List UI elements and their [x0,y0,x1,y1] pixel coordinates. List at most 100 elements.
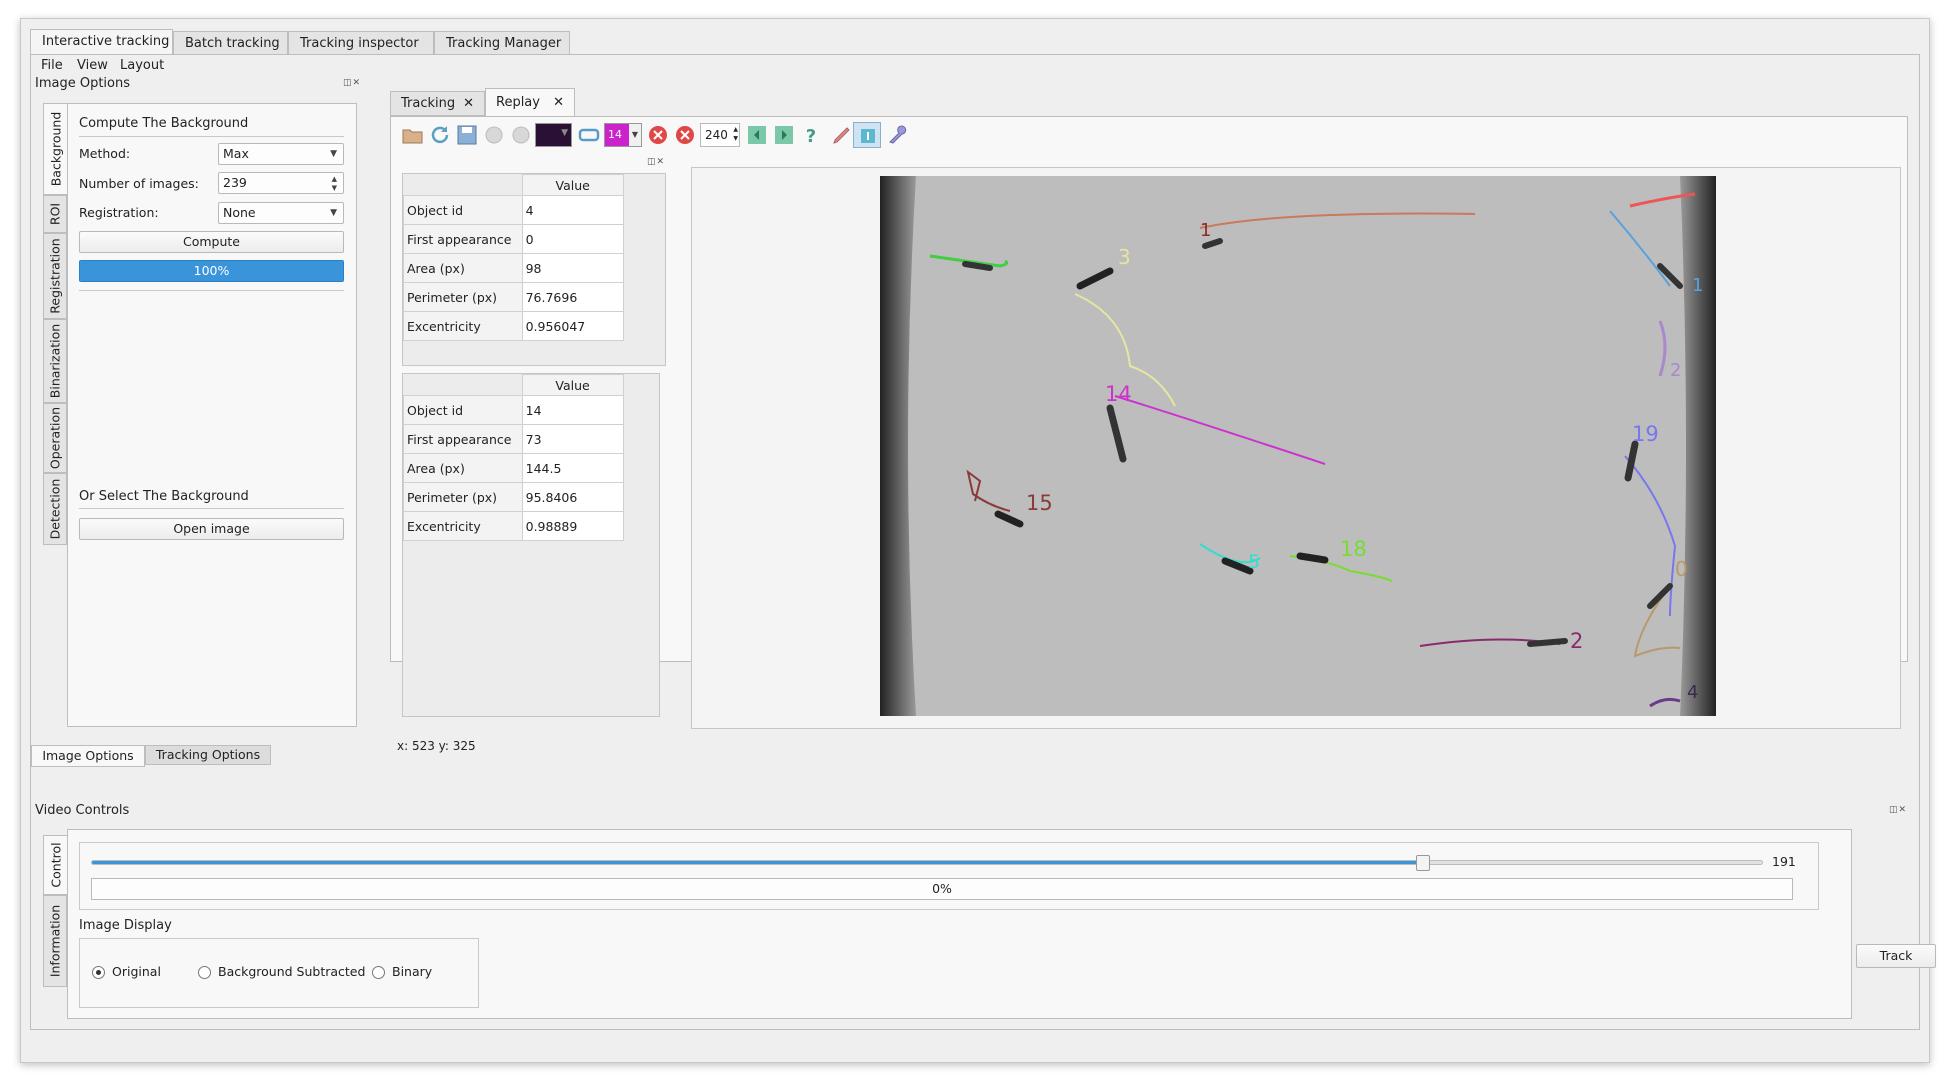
tab-batch-tracking[interactable]: Batch tracking [173,31,288,55]
tab-tracking-inspector[interactable]: Tracking inspector [288,31,434,55]
vtab-registration-label: Registration [47,238,63,314]
reload-icon[interactable] [428,123,452,147]
radio-background-subtracted[interactable] [198,966,211,979]
pencil-icon[interactable] [830,123,854,147]
table1-value-perimeter[interactable]: 76.7696 [521,282,624,312]
table1-value-excentricity[interactable]: 0.956047 [521,311,624,341]
method-value: Max [223,146,249,161]
table2-value-perimeter[interactable]: 95.8406 [521,482,624,512]
divider [79,290,344,291]
close-icon[interactable]: ✕ [463,92,474,116]
help-icon[interactable]: ? [799,123,823,147]
menu-layout[interactable]: Layout [120,58,164,73]
next-disabled-icon[interactable] [509,123,533,147]
folder-open-icon[interactable] [401,123,425,147]
wrench-icon[interactable] [885,123,909,147]
image-display-label: Image Display [79,918,172,933]
vtab-background[interactable]: Background [43,103,67,195]
tab-interactive-tracking[interactable]: Interactive tracking [30,29,173,55]
tab-tracking-view[interactable]: Tracking ✕ [390,91,485,116]
track-label-2: 2 [1570,629,1583,653]
info-toggle-button[interactable] [853,122,881,148]
tab-tracking-options[interactable]: Tracking Options [145,745,271,765]
vtab-detection[interactable]: Detection [43,473,67,545]
table1-value-first-appearance[interactable]: 0 [521,224,624,254]
delete-all-icon[interactable] [673,123,697,147]
spin-arrows-icon[interactable]: ▲ ▼ [332,175,337,193]
frame-spinbox-value: 240 [705,128,728,142]
menu-view[interactable]: View [77,58,108,73]
radio-binary[interactable] [372,966,385,979]
vtab-control[interactable]: Control [43,835,67,895]
fish-18 [1296,552,1329,564]
track-label-1: 1 [1200,220,1211,241]
tab-tracking-label: Tracking [401,96,456,111]
vtab-operation[interactable]: Operation [43,403,67,473]
method-label: Method: [79,146,131,161]
track-progress-bar: 0% [91,878,1793,900]
frame-slider[interactable] [91,855,1763,871]
num-images-spinbox[interactable]: 239 ▲ ▼ [218,172,344,194]
table1-header: Value [521,174,624,196]
previous-disabled-icon[interactable] [482,123,506,147]
method-select[interactable]: Max ▼ [218,143,344,165]
vtab-roi-label: ROI [47,202,63,226]
spin-arrows-icon[interactable]: ▲ ▼ [733,125,738,143]
video-controls-dock: Video Controls ◫✕ Control Information 19… [31,799,1936,1024]
chevron-down-icon: ▼ [629,124,641,146]
vtab-binarization[interactable]: Binarization [43,319,67,403]
compute-background-heading: Compute The Background [79,116,249,131]
table2-value-first-appearance[interactable]: 73 [521,424,624,454]
dock-float-close-icon[interactable]: ◫✕ [647,157,665,167]
track-button[interactable]: Track [1856,944,1936,968]
table2-key-perimeter: Perimeter (px) [403,482,523,512]
vtab-control-label: Control [48,842,63,888]
vtab-registration[interactable]: Registration [43,233,67,319]
next-frame-icon[interactable] [772,123,796,147]
dock-float-close-icon[interactable]: ◫✕ [343,78,361,88]
image-view[interactable]: 1 3 14 15 5 18 19 0 2 4 1 2 [691,167,1901,729]
slider-handle[interactable] [1415,855,1430,871]
table1-value-area[interactable]: 98 [521,253,624,283]
radio-binary-label[interactable]: Binary [392,964,432,979]
fish-green [962,261,993,271]
table1-key-area: Area (px) [403,253,523,283]
compute-button[interactable]: Compute [79,231,344,253]
open-image-button[interactable]: Open image [79,518,344,540]
table2-value-excentricity[interactable]: 0.98889 [521,511,624,541]
vtab-detection-label: Detection [47,478,63,540]
track-label-right-1: 1 [1692,275,1703,296]
vtab-information[interactable]: Information [43,895,67,987]
close-icon[interactable]: ✕ [553,89,564,117]
menu-file[interactable]: File [41,58,63,73]
delete-object-icon[interactable] [646,123,670,147]
previous-frame-icon[interactable] [745,123,769,147]
table2-value-object-id[interactable]: 14 [521,395,624,425]
dock-float-close-icon[interactable]: ◫✕ [1889,805,1907,815]
slider-value: 191 [1772,854,1796,869]
color-picker[interactable]: ▼ [535,123,572,147]
progress-text: 100% [193,263,230,278]
loop-icon[interactable] [577,123,601,147]
radio-original[interactable] [92,966,105,979]
radio-background-subtracted-label[interactable]: Background Subtracted [218,964,365,979]
tab-tracking-manager[interactable]: Tracking Manager [434,31,570,55]
save-icon[interactable] [455,123,479,147]
vtab-roi[interactable]: ROI [43,195,67,233]
table1-key-perimeter: Perimeter (px) [403,282,523,312]
chevron-down-icon: ▼ [561,128,568,138]
registration-select[interactable]: None ▼ [218,202,344,224]
table1-value-object-id[interactable]: 4 [521,195,624,225]
radio-original-label[interactable]: Original [112,964,161,979]
table2-key-excentricity: Excentricity [403,511,523,541]
application-window: Interactive tracking Batch tracking Trac… [20,18,1936,1063]
frame-spinbox[interactable]: 240 ▲ ▼ [700,123,740,147]
object-select[interactable]: 14 ▼ [604,123,642,147]
vtab-operation-label: Operation [47,406,63,470]
tab-replay-view[interactable]: Replay ✕ [485,88,575,117]
track-label-15: 15 [1026,491,1053,515]
track-label-3: 3 [1118,245,1131,269]
table2-value-area[interactable]: 144.5 [521,453,624,483]
video-frame[interactable]: 1 3 14 15 5 18 19 0 2 4 1 2 [880,176,1716,716]
tab-image-options[interactable]: Image Options [31,745,145,767]
